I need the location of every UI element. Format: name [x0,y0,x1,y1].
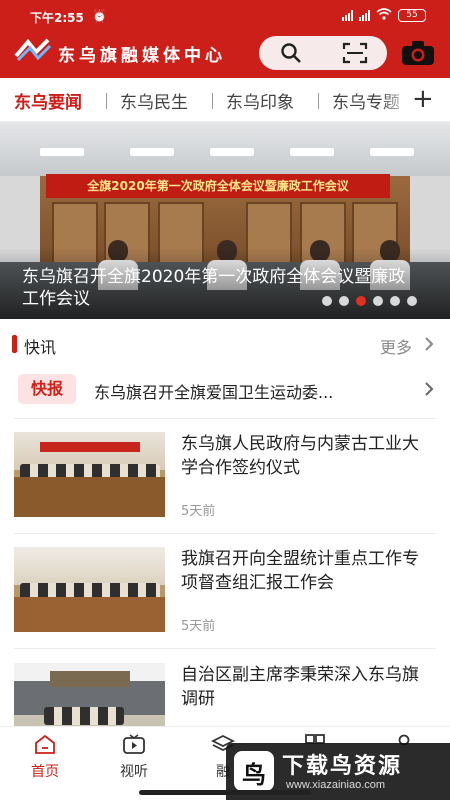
alarm-icon: ⏰ [92,9,107,23]
carousel-dot[interactable] [390,296,400,306]
carousel-dot[interactable] [356,296,366,306]
app-header: 下午2:55 ⏰ 55 东乌旗融媒体中心 [0,0,450,78]
kuaixun-header: 快讯 更多 [0,327,450,361]
tab-fade [380,78,414,121]
news-time: 5天前 [181,619,216,634]
scan-button[interactable] [323,36,387,70]
nav-label: 首页 [31,764,59,780]
category-tabs: 东乌要闻 东乌民生 东乌印象 东乌专题 + [0,78,450,122]
signal-icon [342,10,353,21]
scan-icon [342,42,368,64]
flash-news-row[interactable]: 快报 东乌旗召开全旗爱国卫生运动委... [0,370,450,412]
status-time: 下午2:55 [30,11,84,25]
section-title: 快讯 [24,338,57,357]
chevron-right-icon[interactable] [424,382,434,396]
home-indicator [139,790,311,795]
section-accent-bar [12,335,17,353]
tab-yinxiang[interactable]: 东乌印象 [226,88,294,113]
carousel-dot[interactable] [322,296,332,306]
search-scan-pill [259,36,387,70]
nav-label: 视听 [120,764,148,780]
camera-icon [402,41,434,65]
add-tab-icon[interactable]: + [412,84,434,114]
carousel-dot[interactable] [339,296,349,306]
news-item[interactable]: 东乌旗人民政府与内蒙古工业大学合作签约仪式 5天前 [0,432,450,534]
watermark-text: 下载鸟资源 [282,754,403,779]
news-item[interactable]: 我旗召开向全盟统计重点工作专项督查组汇报工作会 5天前 [0,547,450,649]
wifi-icon [376,8,392,23]
battery-indicator: 55 [398,9,426,22]
flash-news-text[interactable]: 东乌旗召开全旗爱国卫生运动委... [94,379,333,403]
news-thumbnail [14,547,165,632]
tab-yaowen[interactable]: 东乌要闻 [14,88,82,113]
banner-photo-ceiling [0,122,450,176]
tab-divider [318,93,319,109]
status-bar: 下午2:55 ⏰ 55 [0,0,450,30]
carousel-dot[interactable] [407,296,417,306]
video-icon [123,734,145,754]
watermark-logo-icon: 鸟 [234,751,274,791]
banner-carousel[interactable]: 全旗2020年第一次政府全体会议暨廉政工作会议 东乌旗召开全旗2020年第一次政… [0,122,450,319]
nav-video[interactable]: 视听 [104,733,164,789]
search-button[interactable] [259,36,323,70]
news-title[interactable]: 自治区副主席李秉荣深入东乌旗调研 [181,663,433,711]
signal-icon-2 [359,10,370,21]
news-thumbnail [14,432,165,517]
carousel-dot[interactable] [373,296,383,306]
tab-minsheng[interactable]: 东乌民生 [120,88,188,113]
app-logo-icon [14,38,52,64]
flash-badge: 快报 [18,374,76,404]
news-title[interactable]: 我旗召开向全盟统计重点工作专项督查组汇报工作会 [181,547,433,595]
camera-button[interactable] [398,38,438,68]
nav-home[interactable]: 首页 [15,733,75,789]
banner-meeting-sign: 全旗2020年第一次政府全体会议暨廉政工作会议 [46,174,390,198]
news-title[interactable]: 东乌旗人民政府与内蒙古工业大学合作签约仪式 [181,432,433,480]
carousel-dots [322,296,417,306]
home-icon [35,734,55,754]
news-time: 5天前 [181,504,216,519]
brand-title: 东乌旗融媒体中心 [58,46,226,66]
chevron-right-icon[interactable] [424,337,434,351]
tab-divider [106,93,107,109]
status-indicators: 55 [342,8,426,23]
tab-divider [212,93,213,109]
search-icon [281,43,301,63]
more-link[interactable]: 更多 [380,334,412,358]
